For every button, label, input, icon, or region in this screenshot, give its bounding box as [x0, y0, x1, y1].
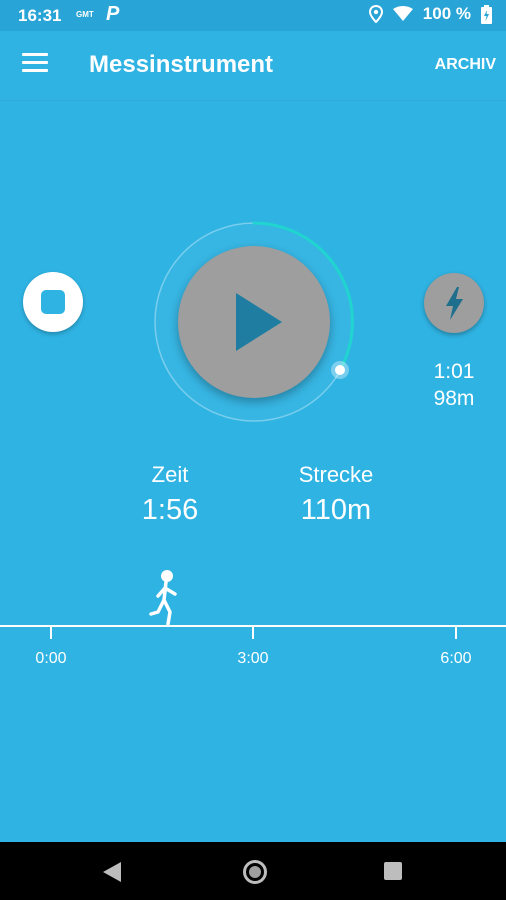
time-value: 1:56 [141, 494, 199, 526]
wifi-icon [392, 6, 413, 21]
status-time: 16:31 [18, 6, 62, 25]
distance-value: 110m [300, 494, 372, 526]
timeline-tick [50, 627, 52, 639]
stop-button[interactable] [23, 272, 83, 332]
play-button[interactable] [178, 246, 330, 398]
lap-time: 1:01 [433, 360, 475, 383]
back-icon[interactable] [103, 862, 121, 882]
location-icon [368, 5, 383, 23]
timeline-tick [455, 627, 457, 639]
lap-info: 1:01 98m [420, 358, 488, 412]
home-icon[interactable] [243, 860, 267, 884]
battery-icon [481, 4, 492, 24]
status-right-group: 100 % [368, 4, 492, 24]
runner-icon [149, 570, 177, 626]
distance-label: Strecke [298, 462, 374, 487]
lap-distance: 98m [433, 387, 475, 410]
tick-label-start: 0:00 [35, 650, 67, 667]
status-bar: 16:31 GMT P 100 % [0, 0, 506, 31]
menu-icon[interactable] [22, 53, 48, 77]
app-title: Messinstrument [89, 51, 274, 78]
status-gmt-text: GMT [76, 10, 94, 19]
parking-icon: P [106, 3, 120, 25]
recent-apps-icon[interactable] [384, 862, 402, 880]
play-icon [236, 293, 282, 351]
tick-label-end: 6:00 [440, 650, 472, 667]
main-content [0, 101, 506, 842]
timeline-tick [252, 627, 254, 639]
battery-text: 100 % [422, 4, 471, 23]
lightning-icon [446, 287, 463, 320]
system-nav-bar [0, 842, 506, 900]
app-bar: Messinstrument ARCHIV [0, 31, 506, 101]
time-label: Zeit [151, 462, 189, 487]
tick-label-middle: 3:00 [237, 650, 269, 667]
archive-button[interactable]: ARCHIV [435, 56, 496, 74]
stop-icon [41, 290, 65, 314]
lap-button[interactable] [424, 273, 484, 333]
